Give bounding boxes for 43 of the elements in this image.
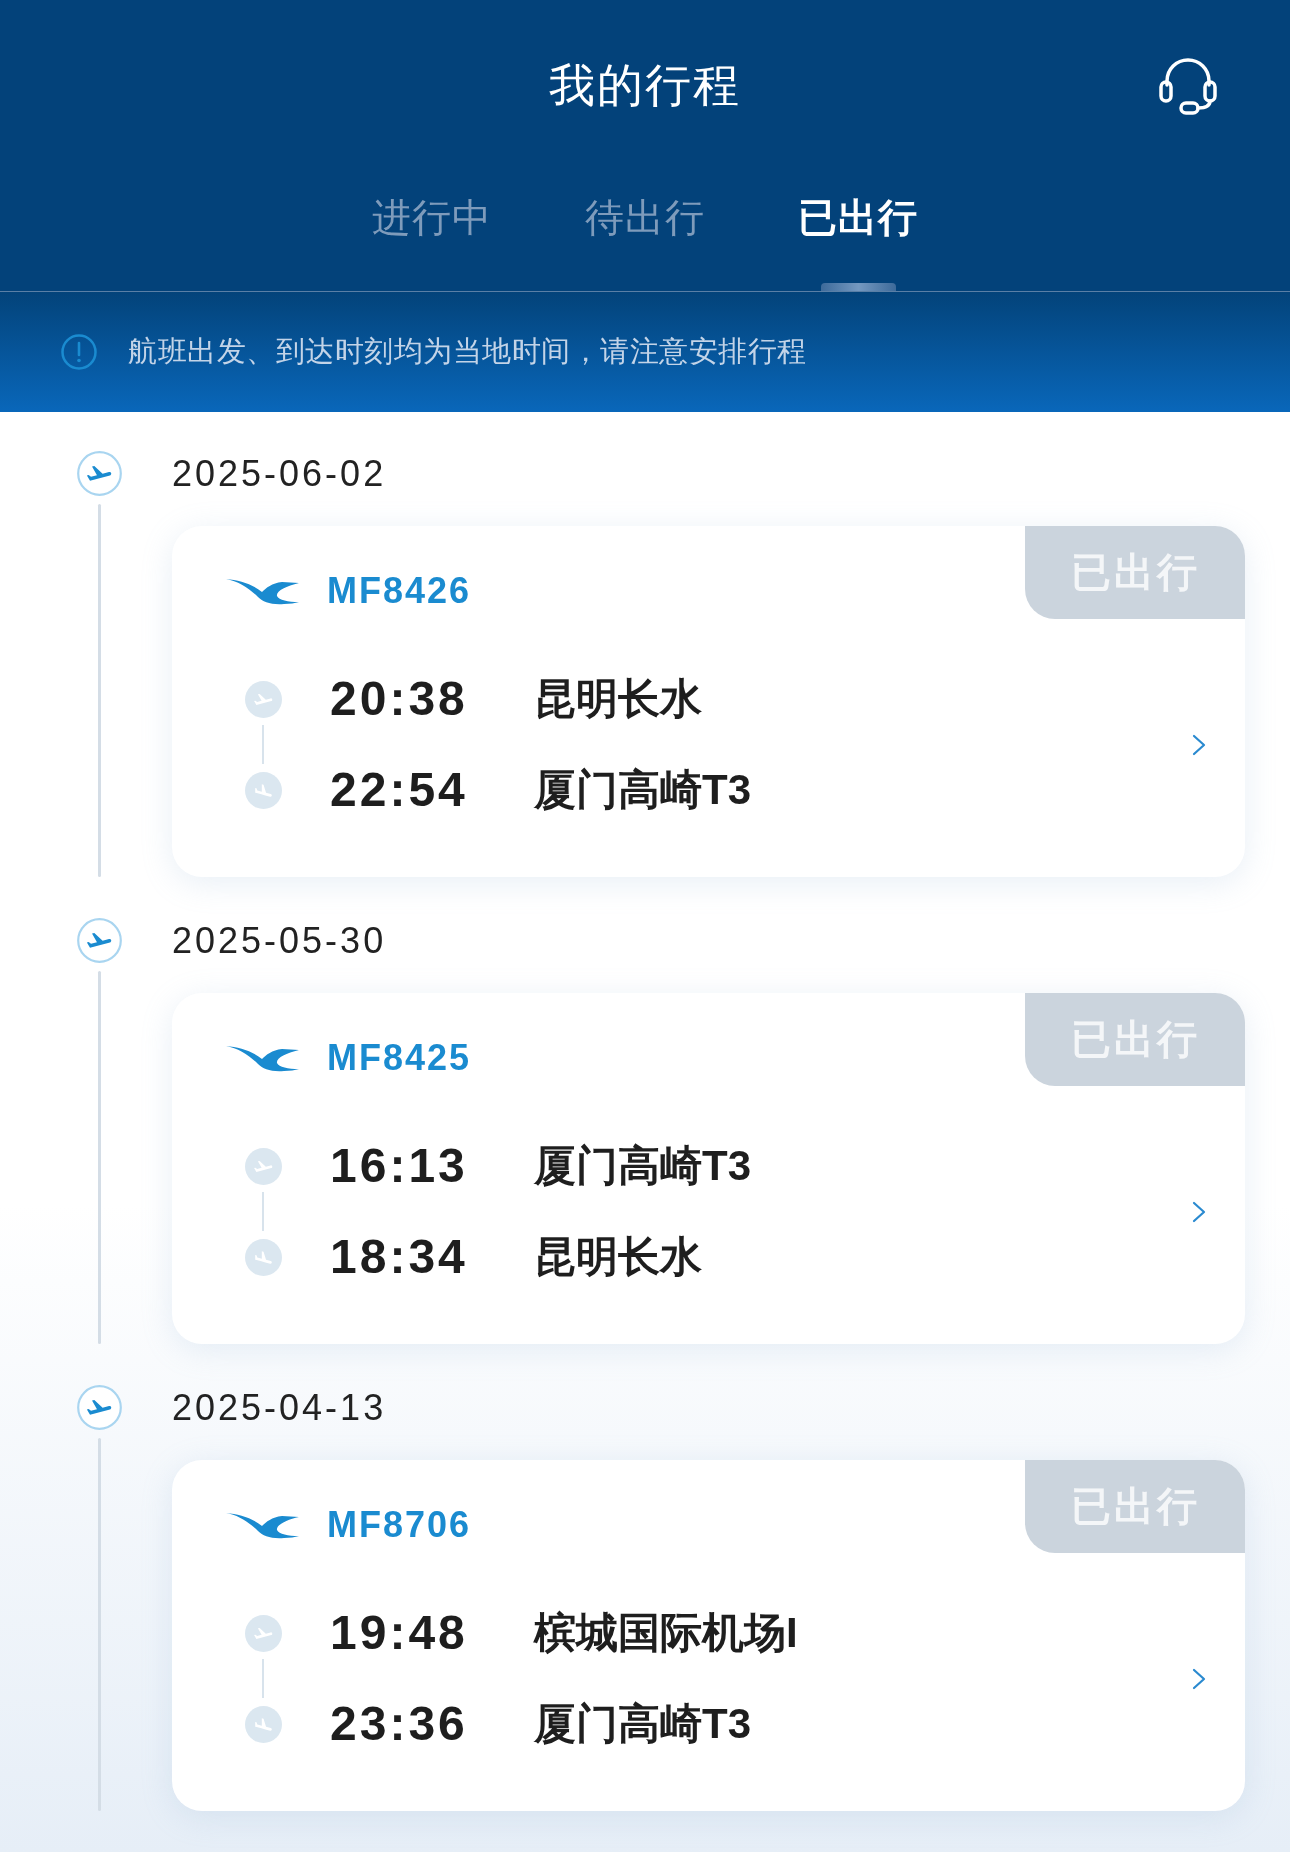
swoosh-logo-icon — [226, 577, 299, 605]
chevron-right-icon — [1192, 733, 1206, 756]
airport-name: 槟城国际机场I — [534, 1608, 798, 1658]
airport-name: 昆明长水 — [534, 674, 702, 724]
trip-date: 2025-06-02 — [172, 452, 388, 496]
chevron-right-icon — [1192, 1667, 1206, 1690]
takeoff-plane-icon — [245, 1147, 282, 1185]
trip-date: 2025-04-13 — [172, 1386, 388, 1430]
plane-node-icon — [77, 1385, 122, 1430]
flight-time: 19:48 — [330, 1608, 469, 1658]
flight-time: 22:54 — [330, 765, 469, 815]
plane-node-icon — [77, 918, 122, 963]
leg-connector-line — [262, 1192, 264, 1231]
plane-node-icon — [77, 451, 122, 496]
takeoff-plane-icon — [245, 1614, 282, 1652]
flight-time: 23:36 — [330, 1699, 469, 1749]
tab[interactable]: 已出行 — [798, 194, 918, 242]
tab[interactable]: 待出行 — [585, 194, 705, 242]
flight-number: MF8426 — [327, 570, 472, 612]
tab[interactable]: 进行中 — [372, 194, 492, 242]
airport-name: 厦门高崎T3 — [534, 765, 751, 815]
landing-plane-icon — [245, 771, 282, 809]
landing-plane-icon — [245, 1238, 282, 1276]
notice-text: 航班出发、到达时刻均为当地时间，请注意安排行程 — [128, 334, 807, 369]
landing-plane-icon — [245, 1705, 282, 1743]
airport-name: 昆明长水 — [534, 1232, 702, 1282]
info-icon — [61, 334, 97, 370]
airport-name: 厦门高崎T3 — [534, 1699, 751, 1749]
flight-number: MF8425 — [327, 1037, 472, 1079]
leg-connector-line — [262, 1659, 264, 1698]
chevron-right-icon — [1192, 1200, 1206, 1223]
trip-date: 2025-05-30 — [172, 919, 388, 963]
leg-connector-line — [262, 725, 264, 764]
takeoff-plane-icon — [245, 680, 282, 718]
airport-name: 厦门高崎T3 — [534, 1141, 751, 1191]
flight-number: MF8706 — [327, 1504, 472, 1546]
headset-icon[interactable] — [1158, 55, 1218, 117]
swoosh-logo-icon — [226, 1511, 299, 1539]
flight-time: 20:38 — [330, 674, 469, 724]
flight-time: 18:34 — [330, 1232, 469, 1282]
page-title: 我的行程 — [549, 58, 741, 113]
swoosh-logo-icon — [226, 1044, 299, 1072]
flight-time: 16:13 — [330, 1141, 469, 1191]
